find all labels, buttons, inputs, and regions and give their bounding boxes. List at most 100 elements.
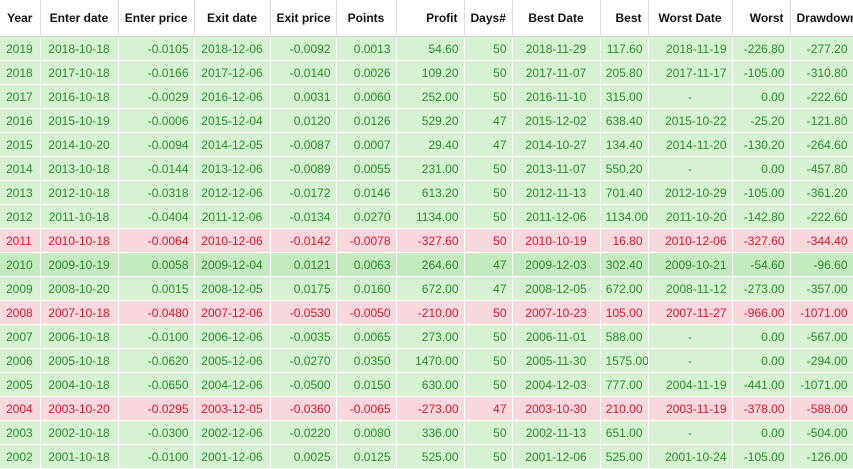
column-header-year[interactable]: Year — [0, 0, 41, 37]
cell-enter-price: -0.0029 — [118, 84, 195, 109]
column-header-worst-date[interactable]: Worst Date — [648, 0, 733, 37]
column-header-enter-price[interactable]: Enter price — [118, 0, 195, 37]
cell-best-date: 2017-11-07 — [512, 60, 601, 85]
cell-profit: -273.00 — [396, 396, 465, 421]
cell-drawdown: -222.60 — [790, 204, 853, 229]
cell-profit: 1134.00 — [396, 204, 465, 229]
column-header-profit[interactable]: Profit — [396, 0, 465, 37]
column-header-exit-date[interactable]: Exit date — [194, 0, 271, 37]
cell-exit-date: 2010-12-06 — [194, 228, 271, 253]
cell-best-date: 2006-11-01 — [512, 324, 601, 349]
cell-drawdown: -121.80 — [790, 108, 853, 133]
cell-days: 47 — [464, 108, 513, 133]
cell-profit: 529.20 — [396, 108, 465, 133]
cell-best: 525.00 — [600, 444, 649, 469]
cell-exit-date: 2013-12-06 — [194, 156, 271, 181]
cell-exit-price: 0.0031 — [270, 84, 337, 109]
cell-worst: -105.00 — [732, 444, 791, 469]
cell-best: 638.40 — [600, 108, 649, 133]
cell-worst: -142.80 — [732, 204, 791, 229]
cell-enter-date: 2004-10-18 — [40, 372, 119, 397]
cell-exit-price: -0.0140 — [270, 60, 337, 85]
cell-points: 0.0126 — [336, 108, 397, 133]
cell-worst: -378.00 — [732, 396, 791, 421]
cell-worst: 0.00 — [732, 348, 791, 373]
table-header: Year Enter date Enter price Exit date Ex… — [0, 0, 853, 37]
cell-best: 134.40 — [600, 132, 649, 157]
cell-days: 50 — [464, 60, 513, 85]
table-row: 2004 2003-10-20 -0.0295 2003-12-05 -0.0360 -0… — [0, 396, 853, 421]
cell-year: 2006 — [0, 348, 41, 373]
cell-exit-price: -0.0087 — [270, 132, 337, 157]
header-row: Year Enter date Enter price Exit date Ex… — [0, 0, 853, 37]
cell-enter-price: 0.0015 — [118, 276, 195, 301]
column-header-enter-date[interactable]: Enter date — [40, 0, 119, 37]
cell-best: 1575.00 — [600, 348, 649, 373]
cell-exit-price: 0.0121 — [270, 252, 337, 277]
cell-profit: 1470.00 — [396, 348, 465, 373]
cell-exit-price: -0.0142 — [270, 228, 337, 253]
cell-exit-date: 2003-12-05 — [194, 396, 271, 421]
column-header-worst[interactable]: Worst — [732, 0, 791, 37]
cell-points: 0.0150 — [336, 372, 397, 397]
cell-best: 550.20 — [600, 156, 649, 181]
table-row: 2017 2016-10-18 -0.0029 2016-12-06 0.0031 0.0… — [0, 84, 853, 109]
cell-exit-price: 0.0120 — [270, 108, 337, 133]
column-header-best[interactable]: Best — [600, 0, 649, 37]
cell-worst-date: - — [648, 420, 733, 445]
cell-best: 651.00 — [600, 420, 649, 445]
cell-points: 0.0013 — [336, 36, 397, 61]
column-header-exit-price[interactable]: Exit price — [270, 0, 337, 37]
column-header-points[interactable]: Points — [336, 0, 397, 37]
cell-enter-date: 2015-10-19 — [40, 108, 119, 133]
cell-best-date: 2002-11-13 — [512, 420, 601, 445]
table-row: 2012 2011-10-18 -0.0404 2011-12-06 -0.0134 0.… — [0, 204, 853, 229]
column-header-days[interactable]: Days# — [464, 0, 513, 37]
cell-enter-date: 2012-10-18 — [40, 180, 119, 205]
cell-enter-price: -0.0300 — [118, 420, 195, 445]
cell-points: 0.0063 — [336, 252, 397, 277]
cell-exit-price: 0.0175 — [270, 276, 337, 301]
cell-drawdown: -222.60 — [790, 84, 853, 109]
cell-best-date: 2015-12-02 — [512, 108, 601, 133]
column-header-drawdown[interactable]: Drawdown — [790, 0, 853, 37]
cell-exit-price: -0.0530 — [270, 300, 337, 325]
cell-worst-date: 2014-11-20 — [648, 132, 733, 157]
table-row: 2009 2008-10-20 0.0015 2008-12-05 0.0175 0.01… — [0, 276, 853, 301]
cell-worst: 0.00 — [732, 324, 791, 349]
cell-exit-date: 2015-12-04 — [194, 108, 271, 133]
cell-profit: 336.00 — [396, 420, 465, 445]
table-row: 2008 2007-10-18 -0.0480 2007-12-06 -0.0530 -0… — [0, 300, 853, 325]
cell-worst-date: - — [648, 348, 733, 373]
cell-exit-date: 2009-12-04 — [194, 252, 271, 277]
table-row: 2003 2002-10-18 -0.0300 2002-12-06 -0.0220 0.… — [0, 420, 853, 445]
cell-worst: -25.20 — [732, 108, 791, 133]
cell-exit-date: 2004-12-06 — [194, 372, 271, 397]
cell-exit-date: 2016-12-06 — [194, 84, 271, 109]
cell-days: 50 — [464, 444, 513, 469]
cell-best-date: 2016-11-10 — [512, 84, 601, 109]
cell-worst: -105.00 — [732, 180, 791, 205]
cell-best: 588.00 — [600, 324, 649, 349]
cell-points: -0.0078 — [336, 228, 397, 253]
cell-best: 105.00 — [600, 300, 649, 325]
cell-year: 2019 — [0, 36, 41, 61]
cell-profit: -327.60 — [396, 228, 465, 253]
cell-best: 672.00 — [600, 276, 649, 301]
cell-year: 2018 — [0, 60, 41, 85]
cell-enter-date: 2008-10-20 — [40, 276, 119, 301]
cell-enter-date: 2014-10-20 — [40, 132, 119, 157]
cell-worst-date: 2010-12-06 — [648, 228, 733, 253]
cell-points: -0.0065 — [336, 396, 397, 421]
cell-best: 701.40 — [600, 180, 649, 205]
cell-worst-date: - — [648, 324, 733, 349]
cell-enter-date: 2006-10-18 — [40, 324, 119, 349]
cell-year: 2017 — [0, 84, 41, 109]
cell-exit-date: 2002-12-06 — [194, 420, 271, 445]
cell-profit: 273.00 — [396, 324, 465, 349]
cell-enter-price: -0.0620 — [118, 348, 195, 373]
cell-exit-date: 2011-12-06 — [194, 204, 271, 229]
table-row: 2006 2005-10-18 -0.0620 2005-12-06 -0.0270 0.… — [0, 348, 853, 373]
cell-days: 47 — [464, 276, 513, 301]
column-header-best-date[interactable]: Best Date — [512, 0, 601, 37]
